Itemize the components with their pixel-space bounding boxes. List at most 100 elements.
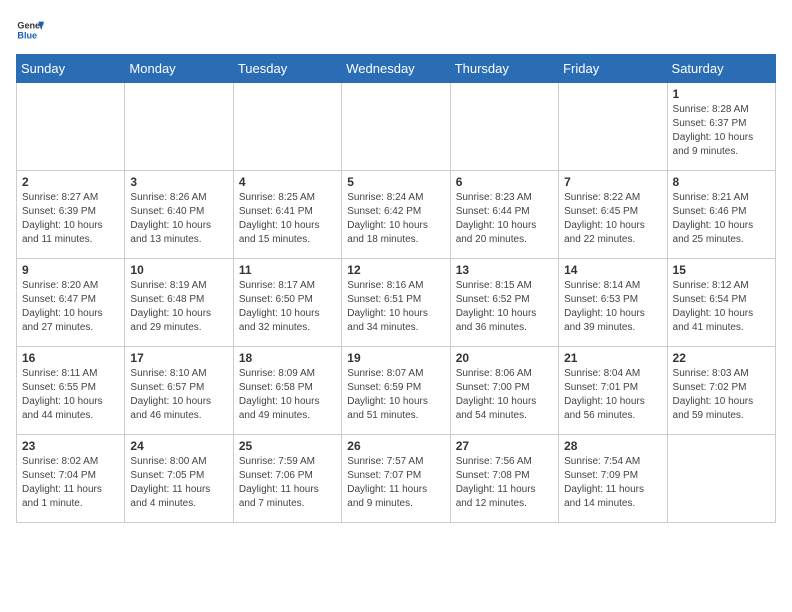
- day-info: Sunrise: 8:16 AM Sunset: 6:51 PM Dayligh…: [347, 279, 444, 335]
- day-info: Sunrise: 8:25 AM Sunset: 6:41 PM Dayligh…: [239, 191, 336, 247]
- day-info: Sunrise: 8:24 AM Sunset: 6:42 PM Dayligh…: [347, 191, 444, 247]
- day-of-week-header: Monday: [125, 55, 233, 83]
- day-number: 14: [564, 263, 661, 277]
- day-number: 4: [239, 175, 336, 189]
- day-info: Sunrise: 8:23 AM Sunset: 6:44 PM Dayligh…: [456, 191, 553, 247]
- calendar-cell: 25 Sunrise: 7:59 AM Sunset: 7:06 PM Dayli…: [233, 435, 341, 523]
- day-number: 21: [564, 351, 661, 365]
- calendar-cell: 3 Sunrise: 8:26 AM Sunset: 6:40 PM Daylig…: [125, 171, 233, 259]
- day-number: 22: [673, 351, 770, 365]
- day-number: 13: [456, 263, 553, 277]
- calendar-cell: 24Sunrise: 8:00 AM Sunset: 7:05 PM Dayli…: [125, 435, 233, 523]
- calendar-cell: 13 Sunrise: 8:15 AM Sunset: 6:52 PM Dayli…: [450, 259, 558, 347]
- calendar-cell: 10 Sunrise: 8:19 AM Sunset: 6:48 PM Dayli…: [125, 259, 233, 347]
- calendar-cell: [233, 83, 341, 171]
- calendar-cell: 20 Sunrise: 8:06 AM Sunset: 7:00 PM Dayli…: [450, 347, 558, 435]
- calendar-cell: 14Sunrise: 8:14 AM Sunset: 6:53 PM Dayli…: [559, 259, 667, 347]
- day-number: 9: [22, 263, 119, 277]
- calendar-cell: [342, 83, 450, 171]
- day-info: Sunrise: 8:03 AM Sunset: 7:02 PM Dayligh…: [673, 367, 770, 423]
- day-number: 10: [130, 263, 227, 277]
- day-info: Sunrise: 7:54 AM Sunset: 7:09 PM Dayligh…: [564, 455, 661, 511]
- calendar-week-row: 9 Sunrise: 8:20 AM Sunset: 6:47 PM Daylig…: [17, 259, 776, 347]
- day-info: Sunrise: 8:10 AM Sunset: 6:57 PM Dayligh…: [130, 367, 227, 423]
- calendar-cell: 28 Sunrise: 7:54 AM Sunset: 7:09 PM Dayli…: [559, 435, 667, 523]
- day-number: 11: [239, 263, 336, 277]
- day-info: Sunrise: 8:22 AM Sunset: 6:45 PM Dayligh…: [564, 191, 661, 247]
- day-info: Sunrise: 8:07 AM Sunset: 6:59 PM Dayligh…: [347, 367, 444, 423]
- day-number: 23: [22, 439, 119, 453]
- day-number: 5: [347, 175, 444, 189]
- day-info: Sunrise: 8:27 AM Sunset: 6:39 PM Dayligh…: [22, 191, 119, 247]
- calendar-cell: 6 Sunrise: 8:23 AM Sunset: 6:44 PM Daylig…: [450, 171, 558, 259]
- day-info: Sunrise: 7:56 AM Sunset: 7:08 PM Dayligh…: [456, 455, 553, 511]
- calendar-cell: [125, 83, 233, 171]
- calendar-cell: 1 Sunrise: 8:28 AM Sunset: 6:37 PM Daylig…: [667, 83, 775, 171]
- calendar-cell: 22 Sunrise: 8:03 AM Sunset: 7:02 PM Dayli…: [667, 347, 775, 435]
- day-number: 16: [22, 351, 119, 365]
- calendar-cell: 9 Sunrise: 8:20 AM Sunset: 6:47 PM Daylig…: [17, 259, 125, 347]
- day-number: 25: [239, 439, 336, 453]
- calendar-week-row: 1 Sunrise: 8:28 AM Sunset: 6:37 PM Daylig…: [17, 83, 776, 171]
- svg-text:Blue: Blue: [17, 30, 37, 40]
- day-number: 27: [456, 439, 553, 453]
- day-number: 12: [347, 263, 444, 277]
- day-info: Sunrise: 8:21 AM Sunset: 6:46 PM Dayligh…: [673, 191, 770, 247]
- day-number: 20: [456, 351, 553, 365]
- calendar-cell: 27 Sunrise: 7:56 AM Sunset: 7:08 PM Dayli…: [450, 435, 558, 523]
- calendar-cell: 2 Sunrise: 8:27 AM Sunset: 6:39 PM Daylig…: [17, 171, 125, 259]
- day-number: 17: [130, 351, 227, 365]
- logo-icon: General Blue: [16, 16, 44, 44]
- day-info: Sunrise: 7:57 AM Sunset: 7:07 PM Dayligh…: [347, 455, 444, 511]
- calendar-cell: 15 Sunrise: 8:12 AM Sunset: 6:54 PM Dayli…: [667, 259, 775, 347]
- calendar-week-row: 23Sunrise: 8:02 AM Sunset: 7:04 PM Dayli…: [17, 435, 776, 523]
- day-info: Sunrise: 8:20 AM Sunset: 6:47 PM Dayligh…: [22, 279, 119, 335]
- day-number: 26: [347, 439, 444, 453]
- day-number: 6: [456, 175, 553, 189]
- day-info: Sunrise: 8:17 AM Sunset: 6:50 PM Dayligh…: [239, 279, 336, 335]
- calendar-cell: [667, 435, 775, 523]
- day-info: Sunrise: 8:15 AM Sunset: 6:52 PM Dayligh…: [456, 279, 553, 335]
- calendar-cell: 26 Sunrise: 7:57 AM Sunset: 7:07 PM Dayli…: [342, 435, 450, 523]
- day-number: 28: [564, 439, 661, 453]
- calendar-cell: 23Sunrise: 8:02 AM Sunset: 7:04 PM Dayli…: [17, 435, 125, 523]
- calendar-week-row: 2 Sunrise: 8:27 AM Sunset: 6:39 PM Daylig…: [17, 171, 776, 259]
- calendar-cell: [559, 83, 667, 171]
- calendar-table: SundayMondayTuesdayWednesdayThursdayFrid…: [16, 54, 776, 523]
- day-info: Sunrise: 8:09 AM Sunset: 6:58 PM Dayligh…: [239, 367, 336, 423]
- calendar-cell: 19 Sunrise: 8:07 AM Sunset: 6:59 PM Dayli…: [342, 347, 450, 435]
- day-info: Sunrise: 7:59 AM Sunset: 7:06 PM Dayligh…: [239, 455, 336, 511]
- day-number: 3: [130, 175, 227, 189]
- calendar-cell: 11 Sunrise: 8:17 AM Sunset: 6:50 PM Dayli…: [233, 259, 341, 347]
- calendar-cell: 17 Sunrise: 8:10 AM Sunset: 6:57 PM Dayli…: [125, 347, 233, 435]
- day-info: Sunrise: 8:06 AM Sunset: 7:00 PM Dayligh…: [456, 367, 553, 423]
- calendar-cell: 7 Sunrise: 8:22 AM Sunset: 6:45 PM Daylig…: [559, 171, 667, 259]
- day-number: 8: [673, 175, 770, 189]
- day-info: Sunrise: 8:11 AM Sunset: 6:55 PM Dayligh…: [22, 367, 119, 423]
- day-of-week-header: Friday: [559, 55, 667, 83]
- calendar-header-row: SundayMondayTuesdayWednesdayThursdayFrid…: [17, 55, 776, 83]
- day-info: Sunrise: 8:19 AM Sunset: 6:48 PM Dayligh…: [130, 279, 227, 335]
- calendar-cell: 16 Sunrise: 8:11 AM Sunset: 6:55 PM Dayli…: [17, 347, 125, 435]
- day-of-week-header: Thursday: [450, 55, 558, 83]
- day-number: 7: [564, 175, 661, 189]
- day-info: Sunrise: 8:12 AM Sunset: 6:54 PM Dayligh…: [673, 279, 770, 335]
- page-header: General Blue: [16, 16, 776, 44]
- day-of-week-header: Sunday: [17, 55, 125, 83]
- calendar-cell: [17, 83, 125, 171]
- calendar-cell: [450, 83, 558, 171]
- day-number: 1: [673, 87, 770, 101]
- calendar-cell: 18 Sunrise: 8:09 AM Sunset: 6:58 PM Dayli…: [233, 347, 341, 435]
- day-number: 15: [673, 263, 770, 277]
- calendar-cell: 5 Sunrise: 8:24 AM Sunset: 6:42 PM Daylig…: [342, 171, 450, 259]
- calendar-cell: 21Sunrise: 8:04 AM Sunset: 7:01 PM Dayli…: [559, 347, 667, 435]
- day-number: 19: [347, 351, 444, 365]
- calendar-cell: 4 Sunrise: 8:25 AM Sunset: 6:41 PM Daylig…: [233, 171, 341, 259]
- day-info: Sunrise: 8:28 AM Sunset: 6:37 PM Dayligh…: [673, 103, 770, 159]
- day-info: Sunrise: 8:26 AM Sunset: 6:40 PM Dayligh…: [130, 191, 227, 247]
- day-number: 18: [239, 351, 336, 365]
- day-number: 2: [22, 175, 119, 189]
- day-of-week-header: Wednesday: [342, 55, 450, 83]
- calendar-cell: 8 Sunrise: 8:21 AM Sunset: 6:46 PM Daylig…: [667, 171, 775, 259]
- calendar-cell: 12 Sunrise: 8:16 AM Sunset: 6:51 PM Dayli…: [342, 259, 450, 347]
